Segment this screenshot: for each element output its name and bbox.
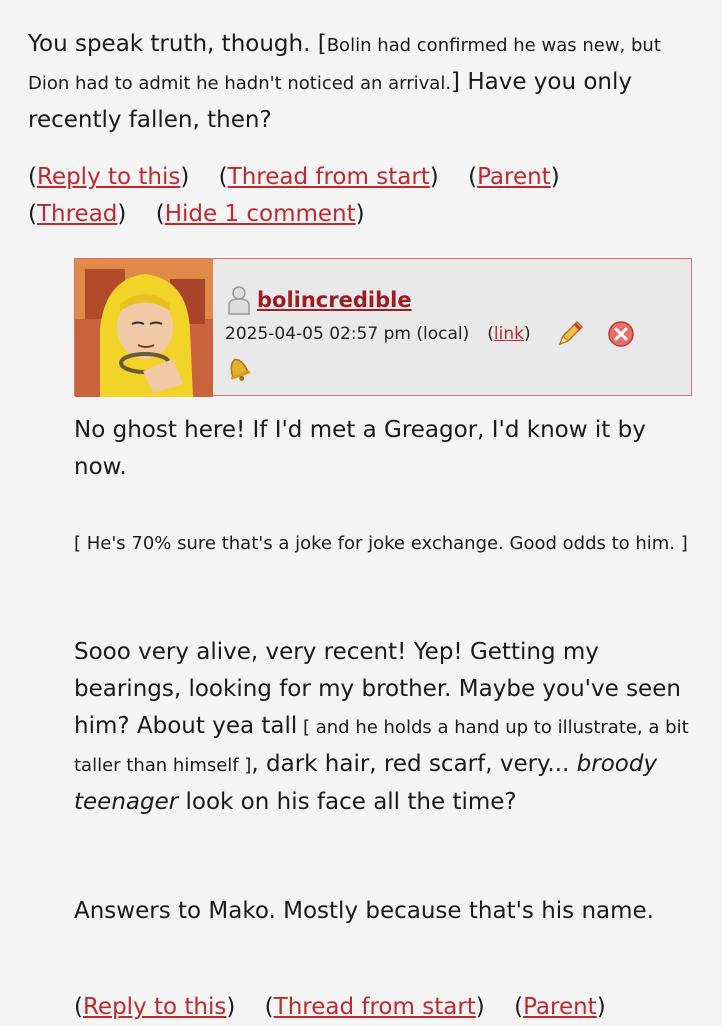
comment-links: (Reply to this) (Thread from start) (Par… <box>74 994 606 1020</box>
timestamp: 2025-04-05 02:57 pm (local) <box>225 324 470 344</box>
thread-from-start-link[interactable]: Thread from start <box>228 164 430 190</box>
reply-link[interactable]: Reply to this <box>37 164 180 190</box>
comment-paragraph-2: [ He's 70% sure that's a joke for joke e… <box>74 533 688 554</box>
user-row: bolincredible <box>227 285 412 315</box>
hide-comments-link[interactable]: Hide 1 comment <box>165 201 356 227</box>
parent-text-a: You speak truth, though. [ <box>28 31 327 57</box>
thread-from-start-link[interactable]: Thread from start <box>274 994 476 1020</box>
p3-text-e: look on his face all the time? <box>178 789 517 815</box>
parent-links: (Reply to this) (Thread from start) (Par… <box>28 164 560 227</box>
p3-text-c: , dark hair, red scarf, very... <box>251 751 577 777</box>
bell-icon[interactable] <box>223 353 253 383</box>
comment-paragraph-3: Sooo very alive, very recent! Yep! Getti… <box>74 634 692 821</box>
delete-icon[interactable] <box>607 320 635 348</box>
permalink: (link) <box>487 324 531 344</box>
pencil-icon[interactable] <box>555 319 585 349</box>
thread-link[interactable]: Thread <box>37 201 117 227</box>
comment-paragraph-1: No ghost here! If I'd met a Greagor, I'd… <box>74 417 646 480</box>
reply-link[interactable]: Reply to this <box>83 994 226 1020</box>
user-icon[interactable] <box>227 285 251 315</box>
comment-meta: 2025-04-05 02:57 pm (local) (link) <box>225 319 635 349</box>
username-link[interactable]: bolincredible <box>257 288 412 312</box>
parent-comment-text: You speak truth, though. [Bolin had conf… <box>28 26 698 139</box>
parent-link[interactable]: Parent <box>523 994 597 1020</box>
parent-link[interactable]: Parent <box>477 164 551 190</box>
comment-header: bolincredible 2025-04-05 02:57 pm (local… <box>74 258 692 397</box>
permalink-link[interactable]: link <box>494 324 524 344</box>
avatar[interactable] <box>75 259 213 397</box>
comment-paragraph-4: Answers to Mako. Mostly because that's h… <box>74 898 654 924</box>
comment-thread: You speak truth, though. [Bolin had conf… <box>0 0 722 1022</box>
